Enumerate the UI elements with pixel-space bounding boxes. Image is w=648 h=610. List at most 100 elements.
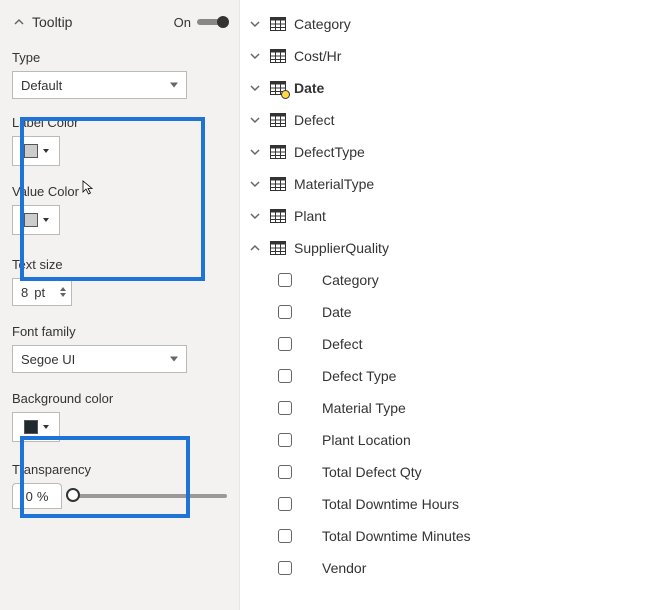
field-name: Total Defect Qty — [322, 464, 422, 480]
chevron-up-icon — [12, 15, 26, 29]
type-select[interactable]: Default — [12, 71, 187, 99]
field-checkbox[interactable] — [278, 337, 292, 351]
table-icon — [270, 241, 286, 255]
field-row[interactable]: Defect — [240, 328, 648, 360]
table-icon — [270, 81, 286, 95]
section-title: Tooltip — [32, 14, 174, 30]
chevron-down-icon — [248, 177, 262, 191]
transparency-slider[interactable] — [70, 494, 227, 498]
table-name: MaterialType — [294, 176, 374, 192]
format-pane: Tooltip On Type Default Label Color Valu… — [0, 0, 240, 610]
chevron-down-icon — [248, 17, 262, 31]
table-icon — [270, 113, 286, 127]
field-row[interactable]: Total Defect Qty — [240, 456, 648, 488]
tooltip-toggle[interactable]: On — [174, 15, 227, 30]
field-checkbox[interactable] — [278, 433, 292, 447]
bg-color-picker[interactable] — [12, 412, 60, 442]
text-size-label: Text size — [12, 257, 227, 272]
value-color-swatch — [24, 213, 38, 227]
text-size-input[interactable]: 8 pt — [12, 278, 72, 306]
field-name: Plant Location — [322, 432, 411, 448]
field-name: Category — [322, 272, 379, 288]
chevron-up-icon — [248, 241, 262, 255]
type-value: Default — [21, 78, 62, 93]
text-size-unit: pt — [34, 285, 45, 300]
caret-down-icon — [43, 218, 49, 222]
table-row[interactable]: SupplierQuality — [240, 232, 648, 264]
field-checkbox[interactable] — [278, 305, 292, 319]
field-row[interactable]: Category — [240, 264, 648, 296]
table-name: Plant — [294, 208, 326, 224]
table-row[interactable]: Category — [240, 8, 648, 40]
table-row[interactable]: MaterialType — [240, 168, 648, 200]
value-color-picker[interactable] — [12, 205, 60, 235]
label-color-label: Label Color — [12, 115, 227, 130]
chevron-down-icon — [248, 113, 262, 127]
text-size-stepper[interactable] — [57, 281, 69, 303]
label-color-picker[interactable] — [12, 136, 60, 166]
field-row[interactable]: Total Downtime Hours — [240, 488, 648, 520]
table-name: Defect — [294, 112, 334, 128]
field-checkbox[interactable] — [278, 465, 292, 479]
field-name: Defect — [322, 336, 362, 352]
field-name: Vendor — [322, 560, 366, 576]
field-name: Total Downtime Minutes — [322, 528, 471, 544]
table-row[interactable]: Cost/Hr — [240, 40, 648, 72]
bg-color-swatch — [24, 420, 38, 434]
table-name: Cost/Hr — [294, 48, 341, 64]
field-name: Defect Type — [322, 368, 396, 384]
toggle-knob — [217, 16, 229, 28]
font-family-label: Font family — [12, 324, 227, 339]
table-icon — [270, 145, 286, 159]
table-name: Date — [294, 80, 324, 96]
table-icon — [270, 177, 286, 191]
toggle-track — [197, 19, 227, 25]
toggle-label: On — [174, 15, 191, 30]
table-row[interactable]: Defect — [240, 104, 648, 136]
value-color-label: Value Color — [12, 184, 227, 199]
caret-down-icon — [43, 149, 49, 153]
chevron-down-icon — [248, 209, 262, 223]
field-name: Date — [322, 304, 352, 320]
field-row[interactable]: Date — [240, 296, 648, 328]
field-row[interactable]: Material Type — [240, 392, 648, 424]
label-color-swatch — [24, 144, 38, 158]
field-checkbox[interactable] — [278, 369, 292, 383]
field-row[interactable]: Plant Location — [240, 424, 648, 456]
field-row[interactable]: Defect Type — [240, 360, 648, 392]
field-checkbox[interactable] — [278, 529, 292, 543]
type-label: Type — [12, 50, 227, 65]
table-row[interactable]: Date — [240, 72, 648, 104]
field-checkbox[interactable] — [278, 273, 292, 287]
field-row[interactable]: Vendor — [240, 552, 648, 584]
field-name: Material Type — [322, 400, 406, 416]
tooltip-section-header[interactable]: Tooltip On — [12, 10, 227, 40]
transparency-value: 0 — [26, 489, 33, 504]
table-name: SupplierQuality — [294, 240, 389, 256]
chevron-down-icon — [248, 49, 262, 63]
field-row[interactable]: Total Downtime Minutes — [240, 520, 648, 552]
cursor-icon — [82, 180, 98, 196]
chevron-down-icon — [248, 145, 262, 159]
table-name: DefectType — [294, 144, 365, 160]
field-name: Total Downtime Hours — [322, 496, 459, 512]
field-checkbox[interactable] — [278, 561, 292, 575]
field-checkbox[interactable] — [278, 497, 292, 511]
table-name: Category — [294, 16, 351, 32]
table-icon — [270, 209, 286, 223]
table-row[interactable]: Plant — [240, 200, 648, 232]
field-checkbox[interactable] — [278, 401, 292, 415]
table-row[interactable]: DefectType — [240, 136, 648, 168]
font-family-select[interactable]: Segoe UI — [12, 345, 187, 373]
slider-knob[interactable] — [66, 488, 80, 502]
transparency-input[interactable]: 0 % — [12, 483, 62, 509]
transparency-unit: % — [37, 489, 49, 504]
table-icon — [270, 17, 286, 31]
chevron-down-icon — [248, 81, 262, 95]
font-family-value: Segoe UI — [21, 352, 75, 367]
transparency-label: Transparency — [12, 462, 227, 477]
fields-pane: Category Cost/Hr Date D — [240, 0, 648, 610]
bg-color-label: Background color — [12, 391, 227, 406]
caret-down-icon — [43, 425, 49, 429]
table-icon — [270, 49, 286, 63]
